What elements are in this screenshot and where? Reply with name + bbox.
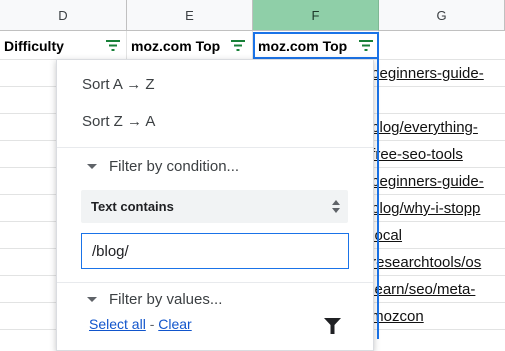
menu-divider [57,147,373,148]
triangle-down-icon [87,164,97,169]
link-text[interactable]: /blog/everything- [367,119,478,136]
sort-a-z-item[interactable]: Sort A → Z [82,76,155,93]
link-cell[interactable]: /learn/seo/meta- [367,276,505,303]
column-header-d[interactable]: D [0,0,127,31]
filter-by-values-label: Filter by values... [109,291,223,308]
link-text[interactable]: /mozcon [367,308,424,325]
link-separator: - [149,316,155,332]
filter-by-condition-toggle[interactable]: Filter by condition... [87,158,239,175]
condition-select-value: Text contains [91,199,174,214]
triangle-down-icon [87,297,97,302]
link-text[interactable]: /learn/seo/meta- [367,281,475,298]
column-header-f[interactable]: F [253,0,379,31]
link-cell[interactable]: /local [367,222,505,249]
filter-lines-icon[interactable] [106,40,120,51]
updown-arrows-icon [332,200,340,213]
selected-column-border [377,59,379,339]
link-cell[interactable]: /blog/everything- [367,114,505,141]
filter-by-values-toggle[interactable]: Filter by values... [87,291,222,308]
header-cell-moz-top-e[interactable]: moz.com Top [127,32,252,59]
filter-dropdown-menu: Sort A → Z Sort Z → A Filter by conditio… [56,59,374,351]
condition-value-text: /blog/ [92,242,129,260]
link-cell[interactable]: / [367,87,505,114]
filter-by-condition-label: Filter by condition... [109,158,240,175]
link-cell[interactable]: /blog/why-i-stopp [367,195,505,222]
link-cell[interactable]: /mozcon [367,303,505,330]
column-label-f: F [311,7,320,23]
column-label-e: E [185,7,194,23]
menu-divider [57,282,373,283]
column-label-g: G [436,7,447,23]
filter-lines-icon[interactable] [231,40,245,51]
header-cell-label: moz.com Top [258,37,348,54]
header-cell-label: Difficulty [4,37,64,54]
link-cell[interactable]: /beginners-guide- [367,168,505,195]
condition-select[interactable]: Text contains [81,190,348,223]
column-header-e[interactable]: E [127,0,253,31]
sort-z-a-item[interactable]: Sort Z → A [82,113,155,130]
link-text[interactable]: /researchtools/os [367,254,481,271]
condition-value-input[interactable]: /blog/ [81,233,349,269]
header-cell-difficulty[interactable]: Difficulty [0,32,126,59]
link-cell[interactable]: /beginners-guide- [367,60,505,87]
link-text[interactable]: /free-seo-tools [367,146,463,163]
column-label-d: D [58,7,68,23]
funnel-icon[interactable] [324,318,341,334]
link-text[interactable]: /beginners-guide- [367,65,484,82]
link-cell[interactable]: /researchtools/os [367,249,505,276]
filter-lines-icon[interactable] [359,40,373,51]
column-header-g[interactable]: G [379,0,505,31]
select-all-link[interactable]: Select all [89,316,146,332]
link-text[interactable]: /blog/why-i-stopp [367,200,480,217]
spreadsheet: D E F G Difficulty moz.com Top moz.com T… [0,0,505,351]
link-text[interactable]: /beginners-guide- [367,173,484,190]
header-cell-label: moz.com Top [131,37,221,54]
select-clear-links: Select all - Clear [89,316,192,332]
header-cell-moz-top-f[interactable]: moz.com Top [253,32,379,59]
clear-link[interactable]: Clear [158,316,191,332]
link-cell[interactable]: /free-seo-tools [367,141,505,168]
